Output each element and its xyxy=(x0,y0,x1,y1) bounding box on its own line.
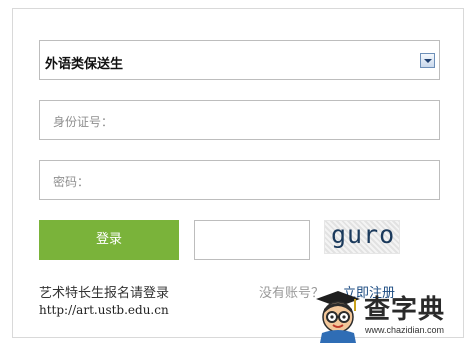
art-specialty-login-link[interactable]: 艺术特长生报名请登录 xyxy=(39,282,169,301)
category-select[interactable]: 外语类保送生 xyxy=(39,40,440,80)
watermark-url: www.chazidian.com xyxy=(365,325,445,335)
password-field[interactable]: 密码： xyxy=(39,160,440,200)
login-button[interactable]: 登录 xyxy=(39,220,179,260)
graduate-avatar-icon xyxy=(316,291,360,343)
captcha-input[interactable] xyxy=(194,220,310,260)
captcha-text: guro xyxy=(331,220,396,249)
captcha-image[interactable]: guro xyxy=(324,220,400,254)
watermark-title: 查字典 xyxy=(364,295,446,325)
chevron-down-icon[interactable] xyxy=(420,53,435,68)
art-url-link[interactable]: http://art.ustb.edu.cn xyxy=(39,303,169,317)
watermark-logo: 查字典 www.chazidian.com xyxy=(312,285,472,347)
id-number-label: 身份证号： xyxy=(53,115,114,129)
password-label: 密码： xyxy=(53,175,90,189)
id-number-field[interactable]: 身份证号： xyxy=(39,100,440,140)
category-select-value: 外语类保送生 xyxy=(45,57,124,72)
